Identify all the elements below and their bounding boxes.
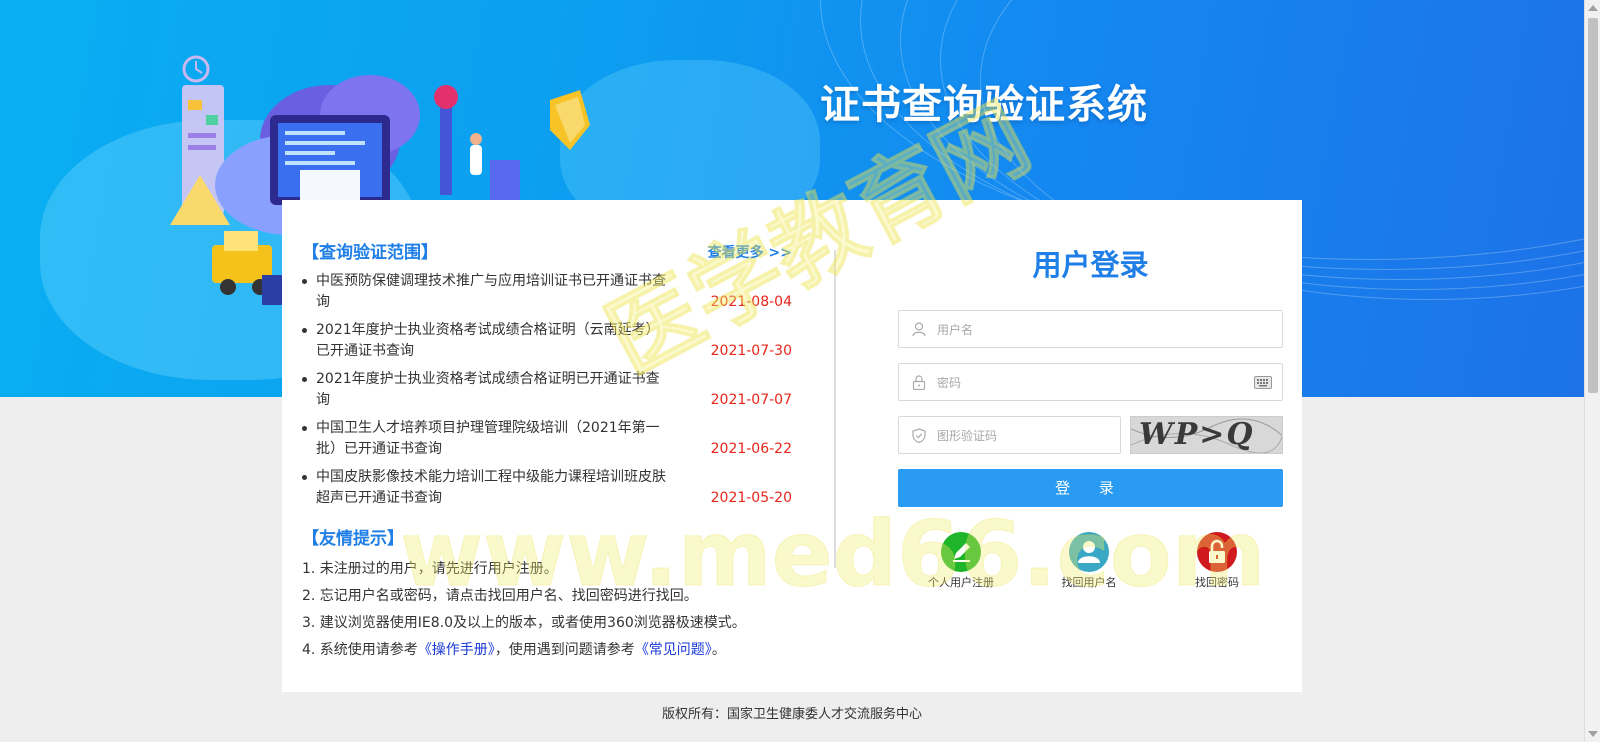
register-link[interactable]: 个人用户注册 <box>916 532 1006 590</box>
tip-item: 1. 未注册过的用户，请先进行用户注册。 <box>302 561 558 577</box>
password-field[interactable]: 密码 <box>898 363 1283 401</box>
info-panel: 【查询验证范围】 查看更多 >> 中医预防保健调理技术推广与应用培训证书已开通证… <box>302 238 792 664</box>
vertical-scrollbar[interactable] <box>1584 0 1600 742</box>
bullet-icon <box>302 377 307 382</box>
captcha-placeholder: 图形验证码 <box>937 429 998 443</box>
copyright-text: 版权所有：国家卫生健康委人才交流服务中心 <box>661 707 922 722</box>
scope-list: 中医预防保健调理技术推广与应用培训证书已开通证书查询 2021-08-04 202… <box>302 271 792 516</box>
manual-link[interactable]: 《操作手册》 <box>418 642 495 658</box>
list-item[interactable]: 中国卫生人才培养项目护理管理院级培训（2021年第一批）已开通证书查询 2021-… <box>302 418 792 467</box>
password-placeholder: 密码 <box>937 376 962 390</box>
shield-check-icon <box>912 428 926 443</box>
find-username-link[interactable]: 找回用户名 <box>1044 532 1134 590</box>
username-placeholder: 用户名 <box>937 323 974 337</box>
pencil-icon <box>941 532 981 572</box>
keyboard-icon[interactable] <box>1254 376 1272 389</box>
faq-link[interactable]: 《常见问题》 <box>635 642 712 658</box>
view-more-link[interactable]: 查看更多 >> <box>708 242 792 262</box>
bullet-icon <box>302 426 307 431</box>
list-item[interactable]: 中医预防保健调理技术推广与应用培训证书已开通证书查询 2021-08-04 <box>302 271 792 320</box>
list-item[interactable]: 中国皮肤影像技术能力培训工程中级能力课程培训班皮肤超声已开通证书查询 2021-0… <box>302 467 792 516</box>
user-icon <box>912 322 926 337</box>
bullet-icon <box>302 475 307 480</box>
tips-list: 1. 未注册过的用户，请先进行用户注册。 2. 忘记用户名或密码，请点击找回用户… <box>302 556 792 664</box>
tips-title: 【友情提示】 <box>302 529 404 549</box>
main-card: 【查询验证范围】 查看更多 >> 中医预防保健调理技术推广与应用培训证书已开通证… <box>282 200 1302 692</box>
lock-icon <box>912 375 926 390</box>
login-button[interactable]: 登 录 <box>898 469 1283 507</box>
bullet-icon <box>302 328 307 333</box>
captcha-field[interactable]: 图形验证码 <box>898 416 1121 454</box>
page-title: 证书查询验证系统 <box>820 82 1148 128</box>
list-item[interactable]: 2021年度护士执业资格考试成绩合格证明已开通证书查询 2021-07-07 <box>302 369 792 418</box>
unlock-icon <box>1197 532 1237 572</box>
captcha-image[interactable]: WP>Q <box>1130 416 1283 454</box>
scroll-down-arrow-icon[interactable] <box>1588 731 1598 737</box>
scrollbar-thumb[interactable] <box>1588 18 1598 393</box>
tip-item: 3. 建议浏览器使用IE8.0及以上的版本，或者使用360浏览器极速模式。 <box>302 615 746 631</box>
username-field[interactable]: 用户名 <box>898 310 1283 348</box>
user-avatar-icon <box>1069 532 1109 572</box>
bullet-icon <box>302 279 307 284</box>
login-panel: 用户登录 用户名 密码 图形验证码 WP>Q 登 录 个人用户注册 找回用户名 … <box>898 200 1283 589</box>
panel-divider <box>834 250 836 568</box>
scroll-up-arrow-icon[interactable] <box>1588 5 1598 11</box>
list-item[interactable]: 2021年度护士执业资格考试成绩合格证明（云南延考）已开通证书查询 2021-07… <box>302 320 792 369</box>
find-password-link[interactable]: 找回密码 <box>1172 532 1262 590</box>
tip-item: 2. 忘记用户名或密码，请点击找回用户名、找回密码进行找回。 <box>302 588 698 604</box>
tip-item: 4. 系统使用请参考《操作手册》，使用遇到问题请参考《常见问题》。 <box>302 642 726 658</box>
login-title: 用户登录 <box>1032 248 1149 282</box>
